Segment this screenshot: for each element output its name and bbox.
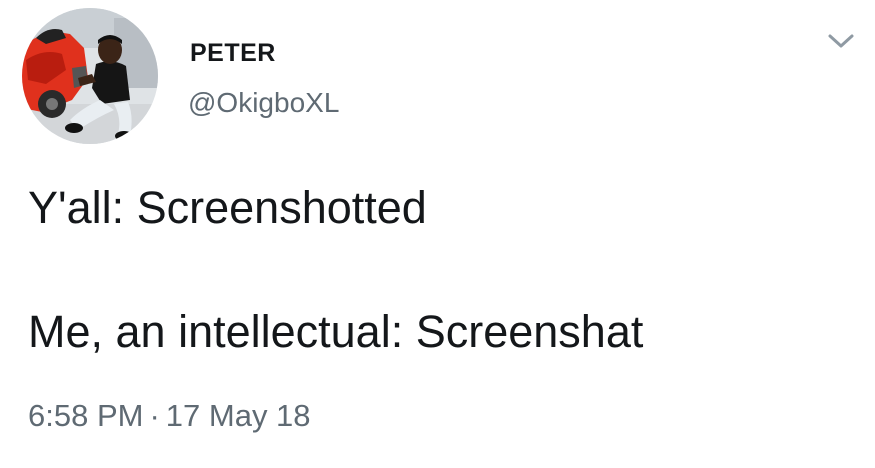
tweet-line: Me, an intellectual: Screenshat	[28, 306, 644, 357]
meta-separator: ·	[149, 398, 160, 433]
tweet-time: 6:58 PM	[28, 398, 144, 433]
avatar-photo	[22, 8, 158, 144]
tweet-line: Y'all: Screenshotted	[28, 182, 427, 233]
tweet-text: Y'all: Screenshotted Me, an intellectual…	[28, 180, 858, 360]
tweet-timestamp[interactable]: 6:58 PM · 17 May 18	[28, 396, 311, 436]
tweet-card: PETER @OkigboXL Y'all: Screenshotted Me,…	[0, 0, 875, 468]
author-display-name[interactable]: PETER	[190, 38, 276, 68]
tweet-date: 17 May 18	[165, 398, 311, 433]
chevron-down-icon[interactable]	[826, 30, 856, 52]
avatar[interactable]	[22, 8, 158, 144]
author-handle[interactable]: @OkigboXL	[188, 86, 339, 120]
